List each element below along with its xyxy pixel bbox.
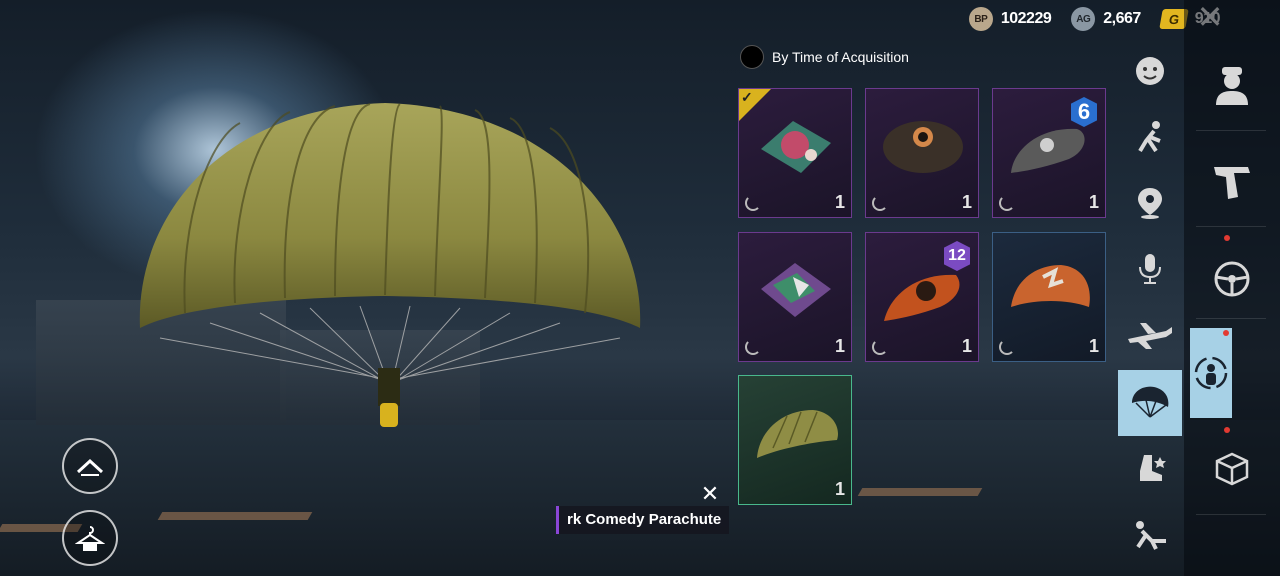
ag-currency: AG 2,667 xyxy=(1071,7,1141,31)
category-plane[interactable] xyxy=(1116,302,1184,368)
loading-icon xyxy=(872,195,888,211)
pose-icon xyxy=(1136,521,1166,550)
parachute-olive-icon xyxy=(757,410,838,458)
loading-icon xyxy=(999,339,1015,355)
sidebar-item-character[interactable] xyxy=(1184,52,1280,118)
sidebar-divider xyxy=(1196,318,1266,319)
sidebar-item-outfit[interactable] xyxy=(1190,328,1232,418)
category-sidebar xyxy=(1116,38,1184,576)
sort-label: By Time of Acquisition xyxy=(772,49,909,65)
parachute-orange-white-icon xyxy=(1011,265,1090,307)
category-voice[interactable] xyxy=(1116,236,1184,302)
parachute-dark-skull-icon xyxy=(883,121,963,173)
item-count: 1 xyxy=(1088,192,1099,212)
sidebar-divider xyxy=(1196,130,1266,131)
item-count: 1 xyxy=(834,336,845,356)
bp-value: 102229 xyxy=(1000,10,1052,27)
parachute-pink-camo-icon xyxy=(761,121,831,173)
category-emote[interactable] xyxy=(1116,38,1184,104)
location-icon xyxy=(1138,188,1162,219)
chevron-up-icon xyxy=(76,458,104,476)
item-card[interactable]: 1 xyxy=(738,232,852,362)
category-pose[interactable] xyxy=(1116,502,1184,568)
main-category-sidebar xyxy=(1184,0,1280,576)
equipped-check-icon: ✓ xyxy=(739,89,771,121)
gun-icon xyxy=(1214,167,1250,199)
category-throw[interactable] xyxy=(1116,104,1184,170)
sidebar-item-vehicles[interactable] xyxy=(1184,246,1280,312)
item-count: 1 xyxy=(961,192,972,212)
item-card-selected[interactable]: 1 xyxy=(738,375,852,505)
item-count: 1 xyxy=(961,336,972,356)
sort-selector[interactable]: By Time of Acquisition xyxy=(740,45,909,69)
ag-icon: AG xyxy=(1071,7,1096,31)
loading-icon xyxy=(999,195,1015,211)
expand-up-button[interactable] xyxy=(62,438,118,494)
item-card[interactable]: ✓ 1 xyxy=(738,88,852,218)
item-count: 1 xyxy=(834,192,845,212)
sidebar-divider xyxy=(1196,226,1266,227)
plane-icon xyxy=(1128,323,1172,349)
parachute-preview xyxy=(139,103,641,427)
item-count: 1 xyxy=(834,479,845,499)
notification-dot xyxy=(1223,330,1229,336)
throw-icon xyxy=(1138,121,1161,153)
parachute-purple-graffiti-icon xyxy=(761,263,831,317)
loading-icon xyxy=(745,339,761,355)
sidebar-item-guns[interactable] xyxy=(1184,148,1280,214)
microphone-icon xyxy=(1139,254,1161,284)
ag-value: 2,667 xyxy=(1103,10,1141,27)
character-icon xyxy=(1216,67,1248,105)
steering-wheel-icon xyxy=(1214,261,1250,297)
sidebar-divider xyxy=(1196,514,1266,515)
item-name-label: rk Comedy Parachute xyxy=(567,511,722,528)
item-card[interactable]: 12 1 xyxy=(865,232,979,362)
floor xyxy=(0,420,1280,576)
emote-icon xyxy=(1136,57,1164,85)
item-card[interactable]: 1 xyxy=(865,88,979,218)
item-card[interactable]: 1 xyxy=(992,232,1106,362)
category-footprint[interactable] xyxy=(1116,436,1184,502)
parachute-icon xyxy=(1132,386,1169,418)
wardrobe-button[interactable] xyxy=(62,510,118,566)
loading-icon xyxy=(745,195,761,211)
item-count: 1 xyxy=(1088,336,1099,356)
bp-currency: BP 102229 xyxy=(968,7,1052,31)
notification-dot xyxy=(1224,235,1230,241)
hanger-icon xyxy=(75,526,105,551)
footprint-icon xyxy=(1140,455,1166,481)
bp-icon: BP xyxy=(968,7,993,31)
floor-marking xyxy=(857,488,983,496)
loading-icon xyxy=(872,339,888,355)
crate-icon xyxy=(1215,452,1249,486)
item-card[interactable]: 6 1 xyxy=(992,88,1106,218)
item-name-tooltip: rk Comedy Parachute xyxy=(556,506,729,534)
category-location[interactable] xyxy=(1116,170,1184,236)
tooltip-close-button[interactable]: ✕ xyxy=(698,482,722,506)
sort-radio-icon[interactable] xyxy=(740,45,764,69)
category-parachute[interactable] xyxy=(1118,370,1182,436)
floor-marking xyxy=(157,512,313,520)
sidebar-item-crate[interactable] xyxy=(1184,436,1280,502)
notification-dot xyxy=(1224,427,1230,433)
outfit-icon xyxy=(1194,356,1228,390)
